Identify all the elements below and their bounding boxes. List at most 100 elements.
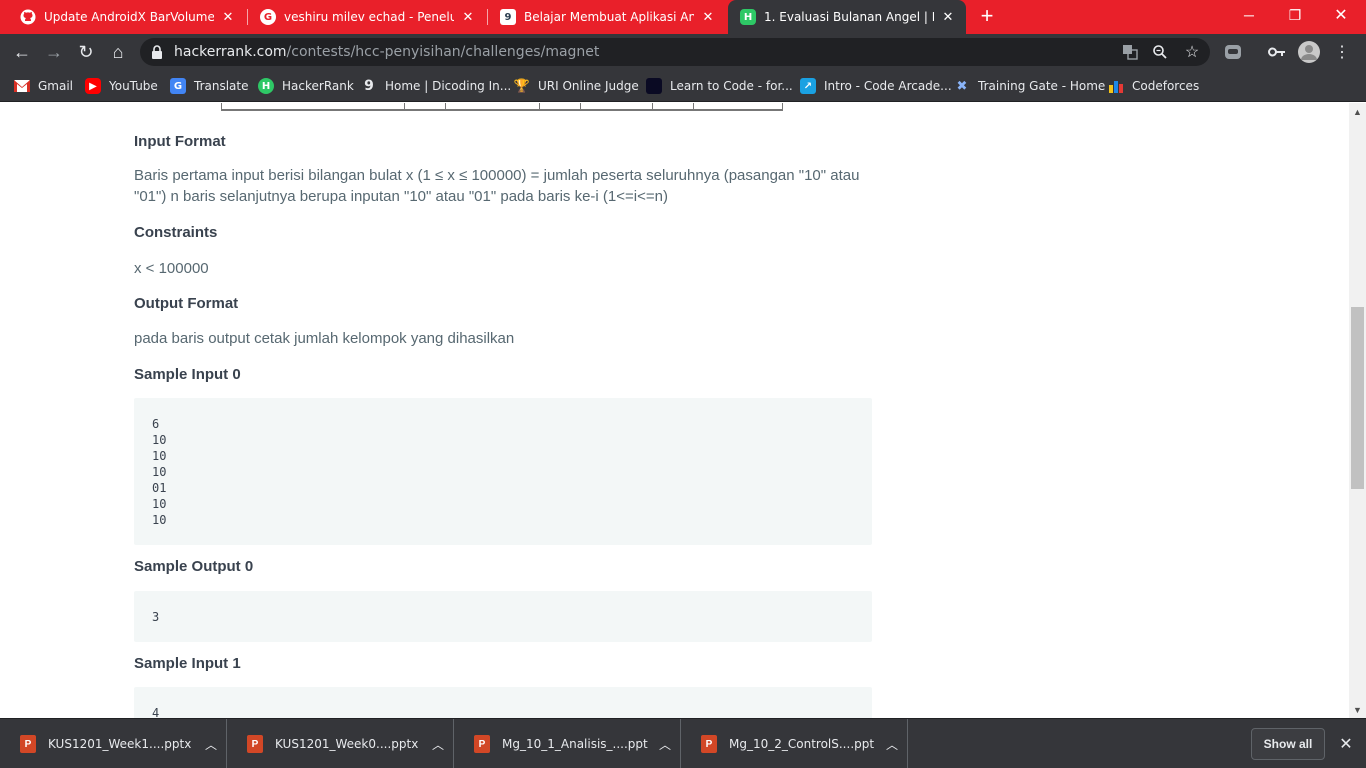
code-line: 01	[152, 481, 167, 495]
trophy-icon: 🏆	[513, 78, 531, 94]
bookmark-dicoding[interactable]: 9 Home | Dicoding In...	[361, 76, 511, 96]
download-filename: Mg_10_1_Analisis_....ppt	[502, 737, 648, 751]
close-icon[interactable]: ✕	[940, 10, 956, 25]
dicoding-icon: 9	[364, 78, 374, 94]
bookmark-label: Gmail	[38, 79, 74, 93]
new-tab-button[interactable]: +	[976, 5, 998, 27]
scrollbar-thumb[interactable]	[1351, 307, 1364, 489]
sample-output-0-block[interactable]: 3	[134, 591, 872, 642]
restore-button[interactable]: ❐	[1272, 0, 1318, 30]
tab-update-androidx[interactable]: Update AndroidX BarVolume · dic ✕	[8, 0, 246, 34]
address-bar[interactable]: hackerrank.com/contests/hcc-penyisihan/c…	[140, 38, 1210, 66]
chevron-up-icon[interactable]: ︿	[877, 736, 907, 753]
training-gate-icon: ✖	[956, 78, 968, 94]
powerpoint-file-icon: P	[20, 735, 36, 753]
download-item[interactable]: P Mg_10_2_ControlS....ppt ︿	[681, 719, 908, 768]
minimize-button[interactable]: ─	[1226, 0, 1272, 30]
output-format-heading: Output Format	[134, 295, 239, 312]
profile-avatar[interactable]	[1297, 40, 1321, 64]
powerpoint-file-icon: P	[247, 735, 263, 753]
url-text: hackerrank.com/contests/hcc-penyisihan/c…	[174, 44, 600, 60]
scroll-up-arrow-icon[interactable]: ▲	[1349, 103, 1366, 120]
code-line: 6	[152, 417, 160, 431]
reload-button[interactable]: ↻	[74, 40, 98, 64]
sample-input-0-heading: Sample Input 0	[134, 366, 241, 383]
hackerrank-icon: H	[740, 9, 756, 25]
close-icon[interactable]: ✕	[700, 10, 716, 25]
menu-kebab-icon[interactable]: ⋮	[1330, 40, 1354, 64]
input-format-text: Baris pertama input berisi bilangan bula…	[134, 167, 860, 205]
bookmark-label: Codeforces	[1132, 79, 1200, 93]
bookmark-training-gate[interactable]: ✖ Training Gate - Home	[954, 76, 1106, 96]
tab-hackerrank-active[interactable]: H 1. Evaluasi Bulanan Angel | HCC P ✕	[728, 0, 966, 34]
input-format-heading: Input Format	[134, 133, 226, 150]
scroll-down-arrow-icon[interactable]: ▼	[1349, 701, 1366, 718]
translate-icon: G	[170, 78, 186, 94]
powerpoint-file-icon: P	[701, 735, 717, 753]
page-scrollbar[interactable]: ▲ ▼	[1349, 103, 1366, 718]
close-window-button[interactable]: ✕	[1318, 0, 1364, 30]
tab-title: Update AndroidX BarVolume · dic	[44, 10, 214, 24]
download-item[interactable]: P KUS1201_Week1....pptx ︿	[0, 719, 227, 768]
home-button[interactable]: ⌂	[106, 40, 130, 64]
tab-title: Belajar Membuat Aplikasi Android	[524, 10, 694, 24]
tab-strip: Update AndroidX BarVolume · dic ✕ G vesh…	[0, 0, 1366, 34]
bookmark-label: URI Online Judge	[538, 79, 639, 93]
close-icon[interactable]: ✕	[1336, 734, 1356, 754]
dicoding-icon: 9	[500, 9, 516, 25]
bookmark-codeforces[interactable]: Codeforces	[1108, 76, 1199, 96]
output-format-text: pada baris output cetak jumlah kelompok …	[134, 330, 515, 347]
lock-icon	[152, 45, 162, 59]
codesignal-icon: ↗	[800, 78, 816, 94]
codeforces-icon	[1108, 78, 1124, 94]
download-item[interactable]: P Mg_10_1_Analisis_....ppt ︿	[454, 719, 681, 768]
download-item[interactable]: P KUS1201_Week0....pptx ︿	[227, 719, 454, 768]
code-line: 3	[152, 610, 160, 624]
bookmark-youtube[interactable]: ▶ YouTube	[85, 76, 158, 96]
gmail-icon	[14, 78, 30, 94]
table-border	[221, 109, 783, 111]
youtube-icon: ▶	[85, 78, 101, 94]
constraints-heading: Constraints	[134, 224, 218, 241]
browser-toolbar: ← → ↻ ⌂ hackerrank.com/contests/hcc-peny…	[0, 34, 1366, 70]
back-button[interactable]: ←	[10, 40, 34, 64]
chevron-up-icon[interactable]: ︿	[650, 736, 680, 753]
code-line: 10	[152, 449, 167, 463]
download-filename: KUS1201_Week1....pptx	[48, 737, 192, 751]
bookmark-label: HackerRank	[282, 79, 354, 93]
sample-input-0-block[interactable]: 6 10 10 10 01 10 10	[134, 398, 872, 545]
zoom-icon[interactable]	[1150, 42, 1170, 62]
translate-icon[interactable]	[1120, 42, 1140, 62]
bookmark-label: Training Gate - Home	[978, 79, 1106, 93]
bookmark-codesignal[interactable]: ↗ Intro - Code Arcade...	[800, 76, 952, 96]
close-icon[interactable]: ✕	[460, 10, 476, 25]
code-line: 10	[152, 497, 167, 511]
close-icon[interactable]: ✕	[220, 10, 236, 25]
bookmark-label: Intro - Code Arcade...	[824, 79, 952, 93]
code-line: 10	[152, 433, 167, 447]
bookmark-label: YouTube	[109, 79, 158, 93]
sample-output-0-heading: Sample Output 0	[134, 558, 254, 575]
chevron-up-icon[interactable]: ︿	[196, 736, 226, 753]
key-icon[interactable]	[1265, 40, 1289, 64]
code-line: 4	[152, 706, 160, 718]
bookmark-gmail[interactable]: Gmail	[14, 76, 73, 96]
github-icon	[20, 9, 36, 25]
bookmark-translate[interactable]: G Translate	[170, 76, 249, 96]
page-viewport: Input Format Baris pertama input berisi …	[0, 103, 1349, 718]
extension-icon[interactable]	[1221, 40, 1245, 64]
show-all-downloads-button[interactable]: Show all	[1251, 728, 1325, 760]
bookmark-label: Learn to Code - for...	[670, 79, 793, 93]
tab-dicoding[interactable]: 9 Belajar Membuat Aplikasi Android ✕	[488, 0, 726, 34]
forward-button[interactable]: →	[42, 40, 66, 64]
bookmark-label: Home | Dicoding In...	[385, 79, 512, 93]
tab-google-search[interactable]: G veshiru milev echad - Penelusuran ✕	[248, 0, 486, 34]
chevron-up-icon[interactable]: ︿	[423, 736, 453, 753]
constraints-text: x < 100000	[134, 260, 209, 277]
bookmark-uri-online-judge[interactable]: 🏆 URI Online Judge	[514, 76, 639, 96]
sample-input-1-block[interactable]: 4	[134, 687, 872, 718]
bookmark-freecodecamp[interactable]: Learn to Code - for...	[646, 76, 793, 96]
bookmark-star-icon[interactable]: ☆	[1182, 42, 1202, 62]
bookmark-hackerrank[interactable]: H HackerRank	[258, 76, 354, 96]
google-icon: G	[260, 9, 276, 25]
